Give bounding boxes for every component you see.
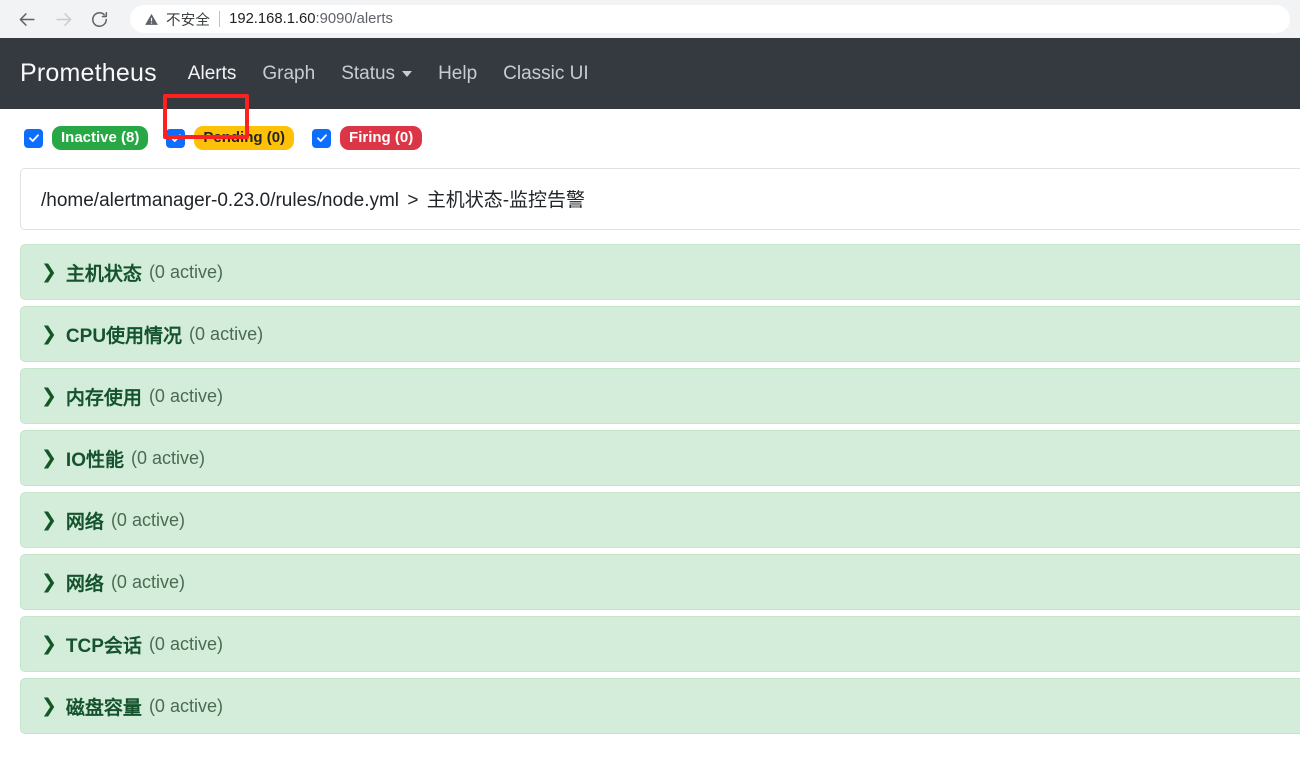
filter-pending[interactable]: Pending (0) [166, 126, 295, 151]
back-button[interactable] [10, 2, 44, 36]
forward-arrow-icon [54, 10, 73, 29]
chevron-right-icon: ❯ [41, 447, 57, 469]
nav-link-status-label: Status [341, 62, 396, 84]
reload-icon [90, 10, 109, 29]
alert-group-active-count: (0 active) [110, 571, 185, 592]
alert-group-row[interactable]: ❯ 网络 (0 active) [20, 554, 1300, 611]
rule-file-path: /home/alertmanager-0.23.0/rules/node.yml [41, 190, 400, 212]
alert-group-name: TCP会话 [65, 635, 142, 657]
nav-link-graph[interactable]: Graph [249, 57, 328, 91]
chevron-right-icon: ❯ [41, 695, 57, 717]
rule-file-header: /home/alertmanager-0.23.0/rules/node.yml… [20, 168, 1300, 231]
nav-link-alerts-label: Alerts [187, 62, 237, 84]
chevron-right-icon: ❯ [41, 509, 57, 531]
alert-group-row[interactable]: ❯ 内存使用 (0 active) [20, 368, 1300, 425]
filter-inactive-badge[interactable]: Inactive (8) [52, 126, 149, 151]
chevron-down-icon [402, 70, 413, 77]
nav-link-help-label: Help [438, 62, 478, 84]
alert-group-row[interactable]: ❯ TCP会话 (0 active) [20, 616, 1300, 673]
browser-toolbar: 不安全 192.168.1.60:9090/alerts [0, 0, 1300, 38]
alert-group-active-count: (0 active) [148, 261, 223, 282]
forward-button [46, 2, 80, 36]
alert-group-name: CPU使用情况 [65, 325, 183, 347]
alert-group-active-count: (0 active) [110, 509, 185, 530]
alert-group-name: 网络 [65, 511, 104, 533]
alert-group-name: 磁盘容量 [65, 697, 142, 719]
browser-nav-buttons [10, 2, 116, 36]
url-path: :9090/alerts [315, 11, 393, 27]
nav-link-help[interactable]: Help [425, 57, 490, 91]
alert-group-row[interactable]: ❯ 磁盘容量 (0 active) [20, 678, 1300, 735]
omnibox-divider [219, 11, 221, 27]
url-text: 192.168.1.60:9090/alerts [229, 11, 393, 27]
chevron-right-icon: ❯ [41, 323, 57, 345]
url-host: 192.168.1.60 [229, 11, 316, 27]
alert-group-active-count: (0 active) [148, 385, 223, 406]
alert-state-filters: Inactive (8) Pending (0) Firing (0) [0, 109, 1300, 151]
reload-button[interactable] [82, 2, 116, 36]
nav-link-classic-ui-label: Classic UI [503, 62, 589, 84]
alert-group-row[interactable]: ❯ 主机状态 (0 active) [20, 244, 1300, 301]
alert-group-active-count: (0 active) [189, 323, 264, 344]
nav-link-classic-ui[interactable]: Classic UI [490, 57, 602, 91]
breadcrumb-separator: > [407, 190, 419, 212]
alert-group-row[interactable]: ❯ CPU使用情况 (0 active) [20, 306, 1300, 363]
brand-logo[interactable]: Prometheus [20, 59, 157, 88]
back-arrow-icon [18, 10, 37, 29]
chevron-right-icon: ❯ [41, 261, 57, 283]
alert-group-row[interactable]: ❯ IO性能 (0 active) [20, 430, 1300, 487]
nav-link-graph-label: Graph [262, 62, 316, 84]
alert-group-active-count: (0 active) [148, 695, 223, 716]
nav-link-status[interactable]: Status [328, 57, 425, 91]
chevron-right-icon: ❯ [41, 385, 57, 407]
security-status-label: 不安全 [166, 12, 211, 29]
alerts-content: /home/alertmanager-0.23.0/rules/node.yml… [0, 168, 1300, 735]
chevron-right-icon: ❯ [41, 571, 57, 593]
alert-group-name: 内存使用 [65, 387, 142, 409]
main-nav: Alerts Graph Status Help Classic UI [175, 57, 602, 91]
alert-group-active-count: (0 active) [148, 633, 223, 654]
alert-group-row[interactable]: ❯ 网络 (0 active) [20, 492, 1300, 549]
filter-pending-checkbox[interactable] [166, 128, 186, 148]
filter-firing[interactable]: Firing (0) [312, 126, 423, 151]
filter-firing-badge[interactable]: Firing (0) [340, 126, 423, 151]
address-bar[interactable]: 不安全 192.168.1.60:9090/alerts [130, 5, 1290, 33]
chevron-right-icon: ❯ [41, 633, 57, 655]
filter-inactive-checkbox[interactable] [24, 128, 43, 148]
alert-group-list: ❯ 主机状态 (0 active) ❯ CPU使用情况 (0 active) ❯… [20, 244, 1300, 735]
filter-pending-badge[interactable]: Pending (0) [194, 126, 295, 151]
alert-group-name: 主机状态 [65, 263, 142, 285]
rule-group-name: 主机状态-监控告警 [426, 190, 586, 212]
alert-group-name: 网络 [65, 573, 104, 595]
prometheus-navbar: Prometheus Alerts Graph Status Help Clas… [0, 38, 1300, 139]
filter-inactive[interactable]: Inactive (8) [24, 126, 149, 151]
warning-triangle-icon[interactable] [144, 12, 159, 27]
filter-firing-checkbox[interactable] [312, 128, 332, 148]
alert-group-active-count: (0 active) [130, 447, 206, 468]
alert-group-name: IO性能 [65, 449, 124, 471]
nav-link-alerts[interactable]: Alerts [175, 57, 250, 91]
